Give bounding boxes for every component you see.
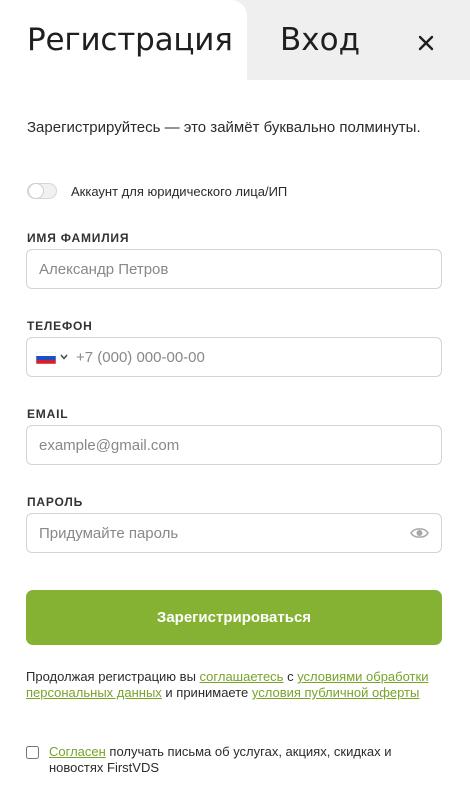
terms-text-3: и принимаете [161, 685, 252, 700]
newsletter-consent-text: Согласен получать письма об услугах, акц… [49, 744, 446, 776]
newsletter-consent: Согласен получать письма об услугах, акц… [26, 744, 446, 776]
registration-modal: Регистрация Вход Зарегистрируйтесь — это… [0, 0, 470, 809]
terms-text: Продолжая регистрацию вы соглашаетесь с … [26, 669, 446, 701]
email-label: EMAIL [27, 407, 69, 421]
phone-field-box [26, 337, 442, 377]
phone-label: ТЕЛЕФОН [27, 319, 93, 333]
terms-text-1: Продолжая регистрацию вы [26, 669, 200, 684]
consent-link[interactable]: Согласен [49, 744, 106, 759]
tab-bar: Регистрация Вход [0, 0, 470, 80]
intro-text: Зарегистрируйтесь — это займёт буквально… [27, 119, 421, 136]
name-field-box [26, 249, 442, 289]
eye-icon[interactable] [410, 525, 429, 541]
agree-link[interactable]: соглашаетесь [200, 669, 284, 684]
close-button[interactable] [414, 31, 438, 55]
legal-entity-toggle-row: Аккаунт для юридического лица/ИП [27, 181, 287, 201]
password-label: ПАРОЛЬ [27, 495, 84, 509]
tab-register-label: Регистрация [27, 22, 233, 58]
name-input[interactable] [27, 250, 441, 288]
name-label: ИМЯ ФАМИЛИЯ [27, 231, 130, 245]
register-button[interactable]: Зарегистрироваться [26, 590, 442, 645]
russia-flag-icon[interactable] [36, 352, 56, 364]
email-input[interactable] [27, 426, 441, 464]
password-input[interactable] [27, 514, 441, 552]
legal-entity-toggle[interactable] [27, 183, 57, 199]
toggle-knob [28, 183, 44, 199]
public-offer-link[interactable]: условия публичной оферты [252, 685, 419, 700]
email-field-box [26, 425, 442, 465]
tab-register[interactable]: Регистрация [0, 0, 247, 80]
tab-login[interactable]: Вход [280, 22, 360, 58]
phone-input[interactable] [27, 338, 441, 376]
newsletter-checkbox[interactable] [26, 746, 39, 759]
password-field-box [26, 513, 442, 553]
chevron-down-icon[interactable] [60, 354, 68, 360]
close-icon [418, 35, 434, 51]
terms-text-2: с [283, 669, 298, 684]
legal-entity-toggle-label: Аккаунт для юридического лица/ИП [71, 183, 288, 199]
